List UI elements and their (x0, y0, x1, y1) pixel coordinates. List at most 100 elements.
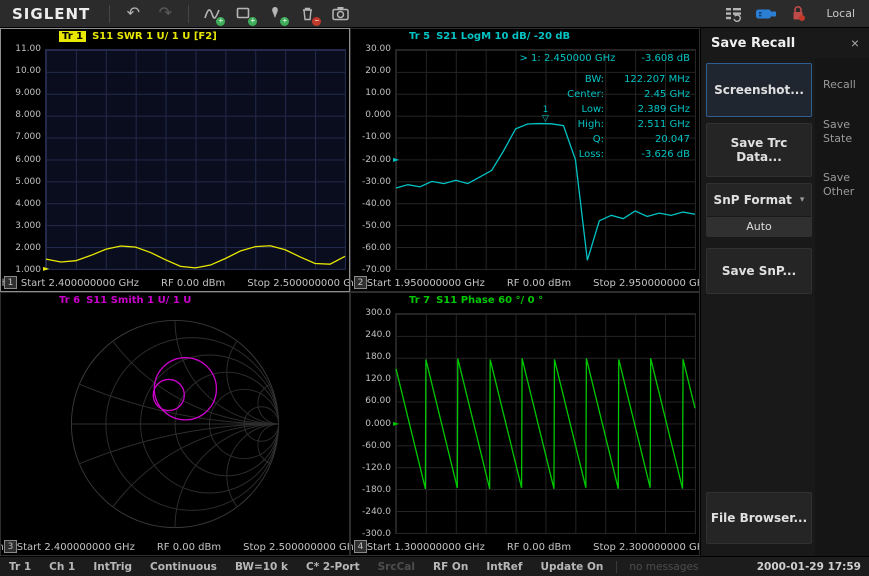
snp-format-dropdown[interactable]: SnP Format ▾ (707, 184, 811, 216)
undo-button[interactable]: ↶ (119, 2, 147, 26)
undo-icon: ↶ (126, 4, 140, 22)
status-srccal[interactable]: SrcCal (369, 561, 424, 573)
chart2-plot[interactable]: ► 1 ▽ > 1: 2.450000 GHz -3.608 dB BW: 122… (393, 49, 696, 270)
window-2-logmag[interactable]: Tr 5 S21 LogM 10 dB/ -20 dB 30.00 20.00 … (350, 28, 700, 292)
y-tick: 2.000 (15, 242, 41, 253)
status-rf[interactable]: RF On (424, 561, 477, 573)
panel-body: Screenshot... Save Trc Data... SnP Forma… (701, 58, 869, 556)
marker-frequency: > 1: 2.450000 GHz (519, 53, 616, 64)
y-tick: 5.000 (15, 176, 41, 187)
status-trigger[interactable]: IntTrig (84, 561, 141, 573)
chart1-stop: Stop 2.500000000 GHz (247, 277, 349, 289)
panel-buttons: Screenshot... Save Trc Data... SnP Forma… (701, 58, 815, 556)
close-panel-button[interactable]: × (851, 35, 859, 51)
add-trace-button[interactable]: + (198, 2, 226, 26)
trace6-label[interactable]: Tr 6 (59, 295, 80, 306)
save-snp-button[interactable]: Save SnP... (706, 248, 812, 294)
y-tick: 4.000 (15, 198, 41, 209)
status-trace[interactable]: Tr 1 (0, 561, 40, 573)
chart2-stats: > 1: 2.450000 GHz -3.608 dB BW: 122.207 M… (519, 53, 690, 162)
chart3-body[interactable] (1, 308, 349, 539)
window1-badge[interactable]: 1 (4, 276, 17, 289)
status-sweep[interactable]: Continuous (141, 561, 226, 573)
window-4-phase[interactable]: Tr 7 S11 Phase 60 °/ 0 ° 300.0 240.0 180… (350, 292, 700, 556)
trace7-label[interactable]: Tr 7 (409, 295, 430, 306)
tab-save-other[interactable]: Save Other (823, 171, 863, 199)
ref-level-marker-yellow[interactable]: ► (43, 265, 49, 273)
add-window-button[interactable]: + (230, 2, 258, 26)
usb-icon (756, 9, 777, 18)
chart1-body: 11.00 10.00 9.000 8.000 7.000 6.000 5.00… (1, 44, 349, 275)
panel-titlebar: Save Recall × (701, 28, 869, 58)
chart4-footer: 4 Ch4: Start 1.300000000 GHz RF 0.00 dBm… (351, 539, 699, 555)
y-tick: -60.00 (361, 440, 391, 451)
trace5-label[interactable]: Tr 5 (409, 31, 430, 42)
redo-button[interactable]: ↷ (151, 2, 179, 26)
status-datetime: 2000-01-29 17:59 (756, 560, 861, 573)
status-channel[interactable]: Ch 1 (40, 561, 84, 573)
swr-trace (46, 50, 345, 269)
window-1-swr[interactable]: Tr 1 S11 SWR 1 U/ 1 U [F2] 11.00 10.00 9… (0, 28, 350, 292)
chart2-footer: 2 Ch2: Start 1.950000000 GHz RF 0.00 dBm… (351, 275, 699, 291)
chart1-rf: RF 0.00 dBm (161, 277, 226, 289)
snp-format-label: SnP Format (713, 193, 792, 207)
screenshot-button[interactable] (326, 2, 354, 26)
y-tick: -300.0 (361, 529, 391, 539)
y-tick: 0.000 (365, 418, 391, 429)
window2-badge[interactable]: 2 (354, 276, 367, 289)
chart3-stop: Stop 2.500000000 GHz (243, 541, 350, 553)
lock-icon (793, 6, 806, 21)
y-tick: 7.000 (15, 132, 41, 143)
chart4-plot[interactable]: ► (393, 313, 696, 534)
status-divider (616, 560, 618, 573)
local-mode-label[interactable]: Local (816, 7, 861, 20)
y-tick: -120.0 (361, 462, 391, 473)
stat-high: High: 2.511 GHz (577, 119, 690, 130)
lock-status-button[interactable] (784, 2, 812, 26)
chart1-y-axis: 11.00 10.00 9.000 8.000 7.000 6.000 5.00… (1, 44, 45, 275)
y-tick: -240.0 (361, 506, 391, 517)
status-ref[interactable]: IntRef (477, 561, 531, 573)
y-tick: 60.00 (365, 396, 391, 407)
redo-icon: ↷ (158, 4, 172, 22)
chart1-plot[interactable]: ► (43, 49, 346, 273)
screenshot-save-button[interactable]: Screenshot... (706, 63, 812, 117)
ref-level-marker-green[interactable]: ► (393, 419, 399, 428)
chart4-header: Tr 7 S11 Phase 60 °/ 0 ° (351, 293, 699, 308)
chart4-rf: RF 0.00 dBm (506, 541, 572, 553)
trace1-title: S11 SWR 1 U/ 1 U [F2] (92, 31, 217, 42)
status-bandwidth[interactable]: BW=10 k (226, 561, 297, 573)
delete-button[interactable]: − (294, 2, 322, 26)
window-3-smith[interactable]: Tr 6 S11 Smith 1 U/ 1 U 3 Ch3: Start 2.4… (0, 292, 350, 556)
layout-settings-button[interactable] (720, 2, 748, 26)
tab-save-state[interactable]: Save State (823, 118, 863, 146)
camera-icon (332, 7, 349, 21)
y-tick: 300.0 (365, 308, 391, 318)
status-cal[interactable]: C* 2-Port (297, 561, 369, 573)
y-tick: -70.00 (361, 265, 391, 275)
save-recall-panel: Save Recall × Screenshot... Save Trc Dat… (700, 28, 869, 556)
status-update[interactable]: Update On (532, 561, 613, 573)
tab-recall[interactable]: Recall (823, 78, 863, 92)
siglent-logo: SIGLENT (12, 4, 91, 23)
chart3-footer: 3 Ch3: Start 2.400000000 GHz RF 0.00 dBm… (1, 539, 349, 555)
chart2-header: Tr 5 S21 LogM 10 dB/ -20 dB (351, 29, 699, 44)
chart2-rf: RF 0.00 dBm (506, 277, 572, 289)
trace1-label[interactable]: Tr 1 (59, 31, 87, 42)
window3-badge[interactable]: 3 (4, 540, 17, 553)
stat-loss: Loss: -3.626 dB (578, 149, 690, 160)
file-browser-button[interactable]: File Browser... (706, 492, 812, 544)
add-marker-button[interactable]: + (262, 2, 290, 26)
snp-format-value[interactable]: Auto (707, 216, 811, 236)
ref-level-marker-cyan[interactable]: ► (393, 155, 399, 164)
y-tick: 0.000 (365, 110, 391, 121)
usb-status-button[interactable] (752, 2, 780, 26)
chart3-rf: RF 0.00 dBm (156, 541, 222, 553)
save-trc-data-button[interactable]: Save Trc Data... (706, 123, 812, 177)
y-tick: -180.0 (361, 484, 391, 495)
chart-grid: Tr 1 S11 SWR 1 U/ 1 U [F2] 11.00 10.00 9… (0, 28, 700, 556)
y-tick: -60.00 (361, 242, 391, 253)
y-tick: 6.000 (15, 154, 41, 165)
window4-badge[interactable]: 4 (354, 540, 367, 553)
y-tick: 9.000 (15, 88, 41, 99)
